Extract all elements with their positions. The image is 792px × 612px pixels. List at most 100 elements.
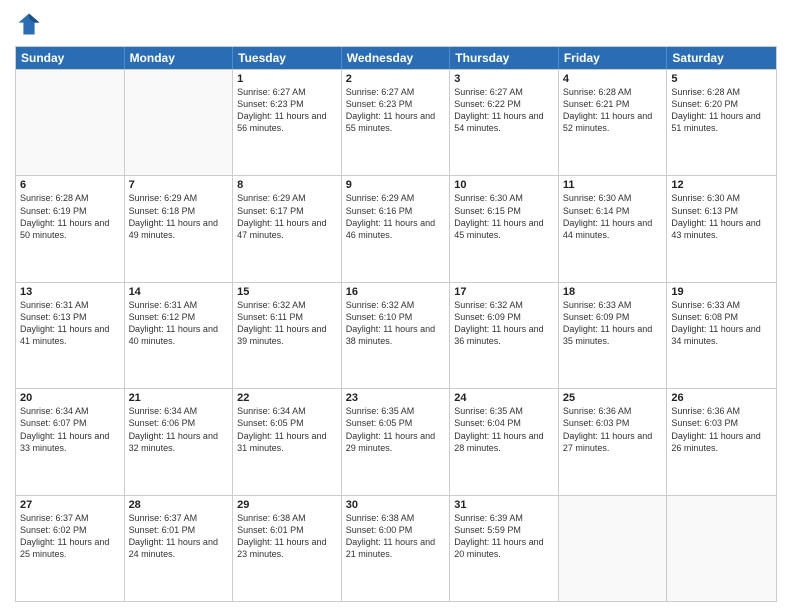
week-row-4: 20Sunrise: 6:34 AM Sunset: 6:07 PM Dayli… — [16, 388, 776, 494]
day-number: 3 — [454, 73, 554, 85]
day-info: Sunrise: 6:32 AM Sunset: 6:11 PM Dayligh… — [237, 299, 337, 348]
day-number: 22 — [237, 392, 337, 404]
day-number: 11 — [563, 179, 663, 191]
day-info: Sunrise: 6:28 AM Sunset: 6:19 PM Dayligh… — [20, 192, 120, 241]
day-info: Sunrise: 6:37 AM Sunset: 6:01 PM Dayligh… — [129, 512, 229, 561]
cal-cell: 11Sunrise: 6:30 AM Sunset: 6:14 PM Dayli… — [559, 176, 668, 281]
cal-cell: 21Sunrise: 6:34 AM Sunset: 6:06 PM Dayli… — [125, 389, 234, 494]
day-number: 8 — [237, 179, 337, 191]
cal-cell: 5Sunrise: 6:28 AM Sunset: 6:20 PM Daylig… — [667, 70, 776, 175]
day-info: Sunrise: 6:27 AM Sunset: 6:22 PM Dayligh… — [454, 86, 554, 135]
day-number: 25 — [563, 392, 663, 404]
day-number: 17 — [454, 286, 554, 298]
cal-cell: 18Sunrise: 6:33 AM Sunset: 6:09 PM Dayli… — [559, 283, 668, 388]
day-number: 2 — [346, 73, 446, 85]
day-info: Sunrise: 6:35 AM Sunset: 6:05 PM Dayligh… — [346, 405, 446, 454]
day-info: Sunrise: 6:32 AM Sunset: 6:10 PM Dayligh… — [346, 299, 446, 348]
day-number: 18 — [563, 286, 663, 298]
day-number: 14 — [129, 286, 229, 298]
day-info: Sunrise: 6:33 AM Sunset: 6:09 PM Dayligh… — [563, 299, 663, 348]
day-info: Sunrise: 6:33 AM Sunset: 6:08 PM Dayligh… — [671, 299, 772, 348]
day-number: 19 — [671, 286, 772, 298]
day-info: Sunrise: 6:36 AM Sunset: 6:03 PM Dayligh… — [563, 405, 663, 454]
cal-cell: 6Sunrise: 6:28 AM Sunset: 6:19 PM Daylig… — [16, 176, 125, 281]
weekday-header-monday: Monday — [125, 47, 234, 69]
day-info: Sunrise: 6:38 AM Sunset: 6:01 PM Dayligh… — [237, 512, 337, 561]
cal-cell: 29Sunrise: 6:38 AM Sunset: 6:01 PM Dayli… — [233, 496, 342, 601]
day-info: Sunrise: 6:29 AM Sunset: 6:16 PM Dayligh… — [346, 192, 446, 241]
day-info: Sunrise: 6:34 AM Sunset: 6:07 PM Dayligh… — [20, 405, 120, 454]
day-number: 28 — [129, 499, 229, 511]
cal-cell: 16Sunrise: 6:32 AM Sunset: 6:10 PM Dayli… — [342, 283, 451, 388]
cal-cell: 26Sunrise: 6:36 AM Sunset: 6:03 PM Dayli… — [667, 389, 776, 494]
cal-cell: 9Sunrise: 6:29 AM Sunset: 6:16 PM Daylig… — [342, 176, 451, 281]
cal-cell: 8Sunrise: 6:29 AM Sunset: 6:17 PM Daylig… — [233, 176, 342, 281]
page: SundayMondayTuesdayWednesdayThursdayFrid… — [0, 0, 792, 612]
day-number: 15 — [237, 286, 337, 298]
weekday-header-wednesday: Wednesday — [342, 47, 451, 69]
day-number: 5 — [671, 73, 772, 85]
cal-cell: 10Sunrise: 6:30 AM Sunset: 6:15 PM Dayli… — [450, 176, 559, 281]
cal-cell: 17Sunrise: 6:32 AM Sunset: 6:09 PM Dayli… — [450, 283, 559, 388]
cal-cell: 3Sunrise: 6:27 AM Sunset: 6:22 PM Daylig… — [450, 70, 559, 175]
day-info: Sunrise: 6:34 AM Sunset: 6:05 PM Dayligh… — [237, 405, 337, 454]
logo-icon — [15, 10, 43, 38]
weekday-header-saturday: Saturday — [667, 47, 776, 69]
calendar-header: SundayMondayTuesdayWednesdayThursdayFrid… — [16, 47, 776, 69]
day-number: 16 — [346, 286, 446, 298]
day-info: Sunrise: 6:29 AM Sunset: 6:17 PM Dayligh… — [237, 192, 337, 241]
cal-cell: 31Sunrise: 6:39 AM Sunset: 5:59 PM Dayli… — [450, 496, 559, 601]
cal-cell: 1Sunrise: 6:27 AM Sunset: 6:23 PM Daylig… — [233, 70, 342, 175]
day-info: Sunrise: 6:36 AM Sunset: 6:03 PM Dayligh… — [671, 405, 772, 454]
cal-cell — [16, 70, 125, 175]
day-number: 26 — [671, 392, 772, 404]
cal-cell: 19Sunrise: 6:33 AM Sunset: 6:08 PM Dayli… — [667, 283, 776, 388]
day-number: 30 — [346, 499, 446, 511]
day-info: Sunrise: 6:30 AM Sunset: 6:13 PM Dayligh… — [671, 192, 772, 241]
cal-cell: 2Sunrise: 6:27 AM Sunset: 6:23 PM Daylig… — [342, 70, 451, 175]
day-number: 31 — [454, 499, 554, 511]
day-number: 27 — [20, 499, 120, 511]
day-number: 10 — [454, 179, 554, 191]
day-number: 29 — [237, 499, 337, 511]
cal-cell: 15Sunrise: 6:32 AM Sunset: 6:11 PM Dayli… — [233, 283, 342, 388]
week-row-3: 13Sunrise: 6:31 AM Sunset: 6:13 PM Dayli… — [16, 282, 776, 388]
day-number: 4 — [563, 73, 663, 85]
day-info: Sunrise: 6:34 AM Sunset: 6:06 PM Dayligh… — [129, 405, 229, 454]
day-info: Sunrise: 6:27 AM Sunset: 6:23 PM Dayligh… — [237, 86, 337, 135]
header — [15, 10, 777, 38]
cal-cell: 4Sunrise: 6:28 AM Sunset: 6:21 PM Daylig… — [559, 70, 668, 175]
day-number: 21 — [129, 392, 229, 404]
day-info: Sunrise: 6:31 AM Sunset: 6:12 PM Dayligh… — [129, 299, 229, 348]
day-number: 13 — [20, 286, 120, 298]
cal-cell: 30Sunrise: 6:38 AM Sunset: 6:00 PM Dayli… — [342, 496, 451, 601]
day-info: Sunrise: 6:31 AM Sunset: 6:13 PM Dayligh… — [20, 299, 120, 348]
day-number: 6 — [20, 179, 120, 191]
cal-cell: 28Sunrise: 6:37 AM Sunset: 6:01 PM Dayli… — [125, 496, 234, 601]
cal-cell — [559, 496, 668, 601]
calendar: SundayMondayTuesdayWednesdayThursdayFrid… — [15, 46, 777, 602]
weekday-header-thursday: Thursday — [450, 47, 559, 69]
calendar-body: 1Sunrise: 6:27 AM Sunset: 6:23 PM Daylig… — [16, 69, 776, 601]
weekday-header-friday: Friday — [559, 47, 668, 69]
cal-cell: 22Sunrise: 6:34 AM Sunset: 6:05 PM Dayli… — [233, 389, 342, 494]
weekday-header-tuesday: Tuesday — [233, 47, 342, 69]
day-info: Sunrise: 6:37 AM Sunset: 6:02 PM Dayligh… — [20, 512, 120, 561]
day-info: Sunrise: 6:28 AM Sunset: 6:20 PM Dayligh… — [671, 86, 772, 135]
day-info: Sunrise: 6:32 AM Sunset: 6:09 PM Dayligh… — [454, 299, 554, 348]
cal-cell: 25Sunrise: 6:36 AM Sunset: 6:03 PM Dayli… — [559, 389, 668, 494]
cal-cell: 20Sunrise: 6:34 AM Sunset: 6:07 PM Dayli… — [16, 389, 125, 494]
cal-cell: 13Sunrise: 6:31 AM Sunset: 6:13 PM Dayli… — [16, 283, 125, 388]
day-info: Sunrise: 6:30 AM Sunset: 6:15 PM Dayligh… — [454, 192, 554, 241]
day-number: 23 — [346, 392, 446, 404]
cal-cell: 14Sunrise: 6:31 AM Sunset: 6:12 PM Dayli… — [125, 283, 234, 388]
cal-cell: 23Sunrise: 6:35 AM Sunset: 6:05 PM Dayli… — [342, 389, 451, 494]
day-number: 1 — [237, 73, 337, 85]
day-info: Sunrise: 6:28 AM Sunset: 6:21 PM Dayligh… — [563, 86, 663, 135]
week-row-5: 27Sunrise: 6:37 AM Sunset: 6:02 PM Dayli… — [16, 495, 776, 601]
day-number: 12 — [671, 179, 772, 191]
day-info: Sunrise: 6:39 AM Sunset: 5:59 PM Dayligh… — [454, 512, 554, 561]
week-row-1: 1Sunrise: 6:27 AM Sunset: 6:23 PM Daylig… — [16, 69, 776, 175]
cal-cell — [667, 496, 776, 601]
day-info: Sunrise: 6:35 AM Sunset: 6:04 PM Dayligh… — [454, 405, 554, 454]
